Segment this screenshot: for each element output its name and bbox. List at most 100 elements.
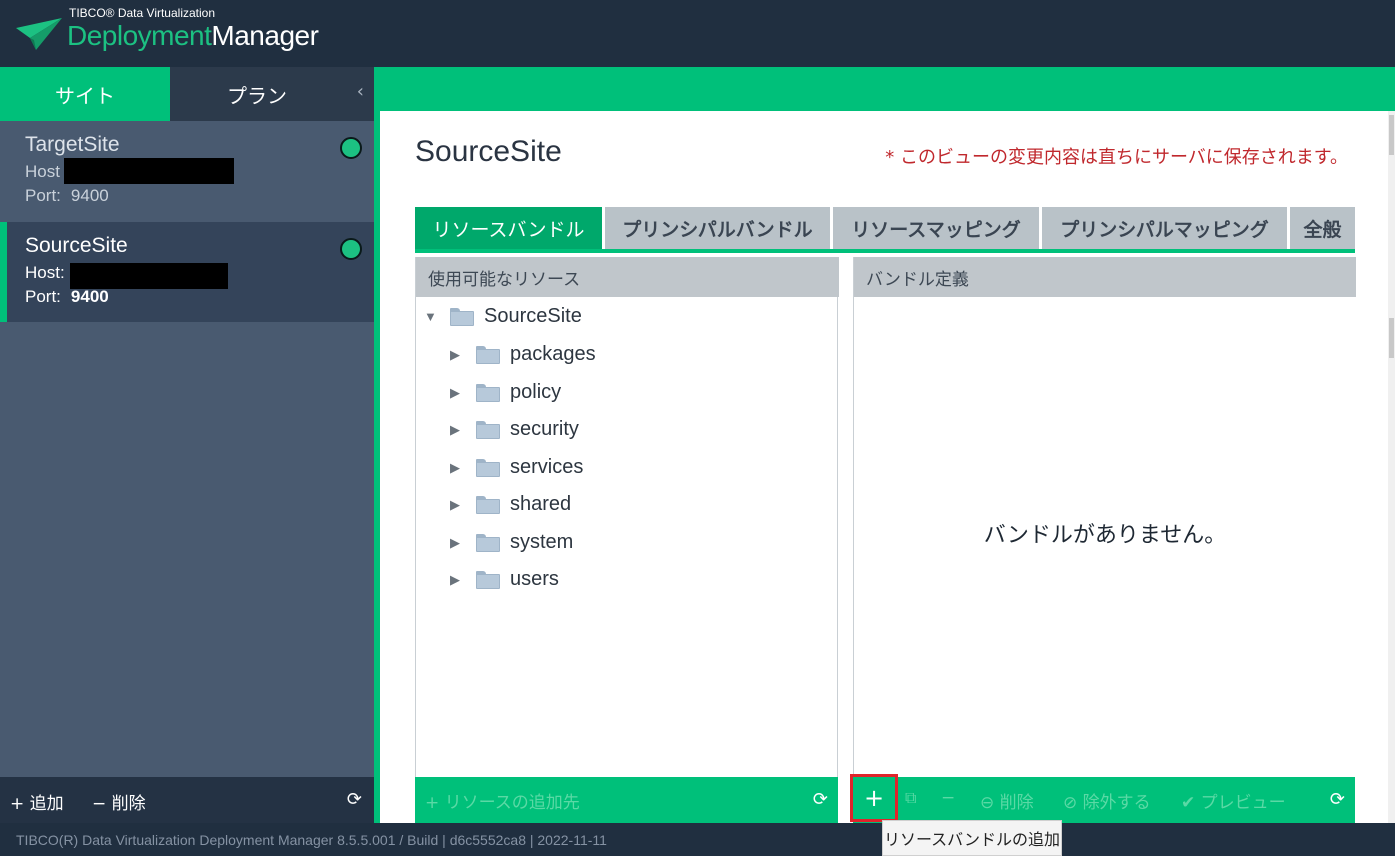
status-online-icon (340, 137, 362, 159)
site-port-value: 9400 (70, 186, 109, 205)
version-info: TIBCO(R) Data Virtualization Deployment … (16, 831, 607, 848)
minus-circle-icon: ⊖ (980, 793, 1000, 813)
exclude-button[interactable]: ⊘ 除外する (1063, 788, 1151, 813)
tree-node-label: security (510, 418, 579, 440)
app-header: TIBCO® Data Virtualization DeploymentMan… (0, 0, 1395, 67)
tab-general[interactable]: 全般 (1290, 207, 1355, 249)
folder-icon (476, 420, 500, 439)
folder-icon (476, 570, 500, 589)
panel-header: バンドル定義 (854, 257, 1356, 297)
brand-title-part2: Manager (211, 20, 319, 51)
eye-off-icon: ⊘ (1063, 793, 1083, 813)
status-online-icon (340, 238, 362, 260)
bundle-definition-panel: バンドル定義 バンドルがありません。 (853, 257, 1356, 823)
site-name: TargetSite (25, 133, 120, 156)
tab-resource-bundle[interactable]: リソースバンドル (415, 207, 602, 249)
tree-node[interactable]: ▶ system (450, 531, 573, 554)
refresh-icon[interactable]: ⟳ (1330, 789, 1345, 810)
add-bundle-button[interactable]: + (850, 774, 898, 822)
collapsed-arrow-icon[interactable]: ▶ (450, 347, 464, 362)
exclude-label: 除外する (1082, 793, 1151, 813)
folder-icon (476, 495, 500, 514)
check-circle-icon: ✔ (1181, 793, 1201, 813)
sidebar: サイト プラン ‹ TargetSite Host Port: 9400 Sour… (0, 67, 374, 823)
tree-node[interactable]: ▶ security (450, 418, 579, 441)
tree-node-label: SourceSite (484, 305, 582, 327)
site-port: Port: 9400 (25, 186, 109, 206)
tab-plans[interactable]: プラン (170, 67, 344, 121)
tree-node[interactable]: ▶ packages (450, 343, 596, 366)
site-item-targetsite[interactable]: TargetSite Host Port: 9400 (0, 121, 374, 221)
site-port: Port: 9400 (25, 287, 109, 307)
collapsed-arrow-icon[interactable]: ▶ (450, 385, 464, 400)
collapsed-arrow-icon[interactable]: ▶ (450, 572, 464, 587)
remove-button[interactable]: − (941, 788, 955, 808)
tree-node-label: system (510, 531, 574, 553)
app-root: TIBCO® Data Virtualization DeploymentMan… (0, 0, 1395, 856)
collapsed-arrow-icon[interactable]: ▶ (450, 497, 464, 512)
expanded-arrow-icon[interactable]: ▼ (424, 309, 438, 324)
site-name: SourceSite (25, 234, 128, 257)
collapsed-arrow-icon[interactable]: ▶ (450, 535, 464, 550)
tooltip: リソースバンドルの追加 (882, 820, 1062, 856)
add-site-button[interactable]: + 追加 (10, 789, 64, 814)
main-top-bar (374, 67, 1395, 111)
delete-bundle-label: 削除 (999, 793, 1034, 813)
tree-node[interactable]: ▶ services (450, 456, 583, 479)
main-content: SourceSite * このビューの変更内容は直ちにサーバに保存されます。 リ… (380, 111, 1388, 823)
brand-subtitle: TIBCO® Data Virtualization (69, 6, 216, 20)
folder-icon (476, 383, 500, 402)
site-item-sourcesite[interactable]: SourceSite Host: Port: 9400 (0, 222, 374, 322)
left-action-bar: + リソースの追加先 ⟳ (415, 777, 838, 823)
tree-node-label: policy (510, 381, 562, 403)
sidebar-tabs: サイト プラン ‹ (0, 67, 374, 121)
tree-node-label: packages (510, 343, 596, 365)
brand-title: DeploymentManager (67, 20, 319, 52)
tab-principal-mapping[interactable]: プリンシパルマッピング (1042, 207, 1287, 249)
status-footer: TIBCO(R) Data Virtualization Deployment … (0, 823, 1395, 856)
collapsed-arrow-icon[interactable]: ▶ (450, 460, 464, 475)
site-host-label: Host: (25, 263, 65, 282)
tree-node[interactable]: ▶ users (450, 568, 559, 591)
tree-node-label: shared (510, 493, 572, 515)
tab-principal-bundle[interactable]: プリンシパルバンドル (605, 207, 830, 249)
site-port-label: Port: (25, 287, 61, 306)
panel-header: 使用可能なリソース (416, 257, 839, 297)
empty-bundles-message: バンドルがありません。 (983, 523, 1227, 548)
collapsed-arrow-icon[interactable]: ▶ (450, 422, 464, 437)
folder-icon (450, 307, 474, 326)
save-notice: * このビューの変更内容は直ちにサーバに保存されます。 (885, 147, 1348, 168)
folder-icon (476, 533, 500, 552)
tree-node-label: users (510, 568, 559, 590)
sidebar-footer: + 追加 − 削除 ⟳ (0, 777, 374, 823)
folder-icon (476, 345, 500, 364)
refresh-icon[interactable]: ⟳ (347, 789, 362, 810)
page-title: SourceSite (415, 135, 562, 168)
available-resources-panel: 使用可能なリソース ▼ SourceSite ▶ packages ▶ poli… (415, 257, 839, 823)
vertical-scrollbar[interactable] (1388, 111, 1395, 823)
delete-bundle-button[interactable]: ⊖ 削除 (980, 788, 1034, 813)
tree-node[interactable]: ▶ policy (450, 381, 561, 404)
delete-site-button[interactable]: − 削除 (92, 789, 146, 814)
site-host-label: Host (25, 162, 60, 181)
tab-resource-mapping[interactable]: リソースマッピング (833, 207, 1039, 249)
tab-sites[interactable]: サイト (0, 67, 170, 121)
tree-node-label: services (510, 456, 584, 478)
tree-node[interactable]: ▶ shared (450, 493, 571, 516)
redacted-host (64, 158, 234, 184)
scrollbar-thumb[interactable] (1389, 318, 1394, 358)
scrollbar-thumb[interactable] (1389, 115, 1394, 155)
site-port-value: 9400 (70, 287, 109, 306)
brand-title-part1: Deployment (67, 20, 212, 51)
refresh-icon[interactable]: ⟳ (813, 789, 828, 810)
redacted-host (70, 263, 228, 289)
preview-label: プレビュー (1200, 793, 1286, 813)
paper-plane-icon (16, 18, 62, 50)
copy-icon[interactable]: ⧉ (905, 788, 916, 808)
add-resource-to-button[interactable]: + リソースの追加先 (425, 788, 580, 813)
preview-button[interactable]: ✔ プレビュー (1181, 788, 1286, 813)
right-action-bar: + ⧉ − ⊖ 削除 ⊘ 除外する ✔ プレビュー ⟳ (850, 774, 1355, 823)
tree-node-root[interactable]: ▼ SourceSite (424, 305, 582, 328)
folder-icon (476, 458, 500, 477)
chevron-left-icon[interactable]: ‹ (357, 81, 364, 102)
